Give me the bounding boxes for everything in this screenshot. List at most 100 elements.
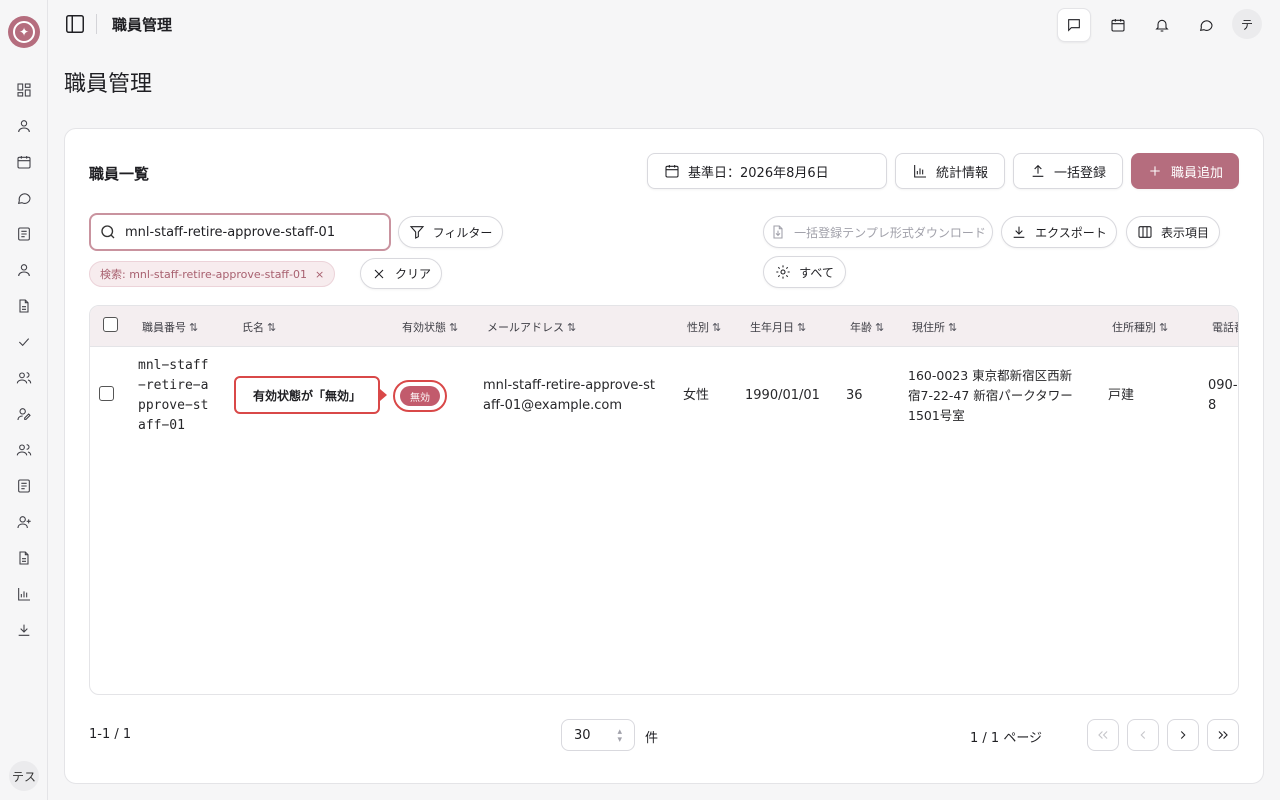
header-name[interactable]: 氏名 ⇅ [242,319,276,335]
chevron-left-icon [1140,731,1146,739]
header-address-type[interactable]: 住所種別 ⇅ [1112,319,1168,335]
export-label: エクスポート [1035,225,1107,240]
header-phone[interactable]: 電話番号 [1212,319,1238,335]
last-page-button[interactable] [1207,719,1239,751]
columns-label: 表示項目 [1160,225,1209,240]
file-download-icon [773,225,783,239]
bell-icon [1155,19,1169,32]
export-button[interactable]: エクスポート [1001,216,1117,248]
annotation-callout: 有効状態が「無効」 [234,376,380,414]
page-title: 職員管理 [64,72,153,97]
check-icon[interactable] [14,332,34,352]
document-icon[interactable] [14,548,34,568]
reference-date-button[interactable]: 基準日：2026年8月6日 [647,153,887,189]
list-icon[interactable] [14,224,34,244]
user-plus-icon[interactable] [14,512,34,532]
chat-icon[interactable] [14,188,34,208]
sort-icon: ⇅ [189,321,199,334]
users-icon[interactable] [14,368,34,388]
chart-icon[interactable] [14,584,34,604]
cell-address-type: 戸建 [1108,388,1135,403]
first-page-button[interactable] [1087,719,1119,751]
all-settings-label: すべて [799,265,834,280]
sort-icon: ⇅ [567,321,577,334]
search-input[interactable] [125,224,375,240]
chevron-updown-icon: ▴ ▾ [617,727,622,745]
add-staff-label: 職員追加 [1170,165,1223,181]
cell-phone: 090- 8 [1208,378,1238,413]
header-avatar[interactable]: テ [1232,9,1262,39]
sort-icon: ⇅ [449,321,459,334]
dashboard-icon[interactable] [14,80,34,100]
stats-label: 統計情報 [935,165,988,181]
per-page-value: 30 [574,727,591,743]
template-download-button[interactable]: 一括登録テンプレ形式ダウンロード [763,216,993,248]
notification-button[interactable] [1145,8,1179,42]
header-birth[interactable]: 生年月日 ⇅ [750,319,806,335]
user-edit-icon[interactable] [14,404,34,424]
compass-icon: ✦ [13,21,35,43]
row-checkbox[interactable] [99,386,114,401]
bulk-register-label: 一括登録 [1053,165,1106,181]
sort-icon: ⇅ [875,321,885,334]
list-icon[interactable] [14,476,34,496]
user-icon[interactable] [14,260,34,280]
callout-arrow [380,389,387,401]
bar-chart-icon [914,165,926,178]
cell-age: 36 [846,388,863,403]
close-icon [374,269,384,278]
per-page-select[interactable]: 30 ▴ ▾ [561,719,635,751]
chat-button[interactable] [1189,8,1223,42]
calendar-icon [1111,19,1125,32]
calendar-icon [665,165,679,178]
app-logo[interactable]: ✦ [8,16,40,48]
sidebar: ✦ テス [0,0,48,800]
status-badge: 無効 [400,386,440,406]
stats-button[interactable]: 統計情報 [895,153,1005,189]
sort-icon: ⇅ [948,321,958,334]
bulk-register-button[interactable]: 一括登録 [1013,153,1123,189]
download-icon [1013,226,1025,238]
prev-page-button[interactable] [1127,719,1159,751]
card-title: 職員一覧 [89,165,150,183]
cell-birth: 1990/01/01 [745,388,820,403]
select-all-checkbox[interactable] [103,317,118,332]
chevrons-left-icon [1098,731,1108,739]
chip-close-icon[interactable]: × [315,268,324,281]
calendar-button[interactable] [1101,8,1135,42]
filter-label: フィルター [432,225,493,240]
next-page-button[interactable] [1167,719,1199,751]
all-settings-button[interactable]: すべて [763,256,846,288]
header-staff-no[interactable]: 職員番号 ⇅ [142,319,198,335]
table-header: 職員番号 ⇅ 氏名 ⇅ 有効状態 ⇅ メールアドレス ⇅ 性別 ⇅ 生年月日 ⇅ 年齢 ⇅ 現… [90,306,1238,347]
chevron-right-icon [1180,731,1186,739]
upload-icon [1032,164,1044,177]
header-title: 職員管理 [112,16,173,34]
filter-icon [409,226,424,239]
page-info: 1 / 1 ページ [970,731,1043,746]
clear-button[interactable]: クリア [360,258,442,289]
search-box[interactable] [89,213,391,251]
cell-staff-no: mnl−staff −retire−a pprove−st aff−01 [138,358,209,433]
download-icon[interactable] [14,620,34,640]
header-email[interactable]: メールアドレス ⇅ [487,319,576,335]
top-bar: 職員管理 テ [48,0,1280,48]
add-staff-button[interactable]: 職員追加 [1131,153,1239,189]
per-page-unit: 件 [645,731,659,746]
header-status[interactable]: 有効状態 ⇅ [402,319,458,335]
message-button[interactable] [1057,8,1091,42]
users-icon[interactable] [14,440,34,460]
columns-button[interactable]: 表示項目 [1126,216,1220,248]
user-avatar[interactable]: テス [9,761,39,791]
staff-list-card: 職員一覧 基準日：2026年8月6日 統計情報 一括登録 職員追加 フィルター … [64,128,1264,784]
calendar-icon[interactable] [14,152,34,172]
filter-button[interactable]: フィルター [398,216,503,248]
cell-email: mnl-staff-retire-approve-st aff-01@examp… [483,378,655,413]
header-address[interactable]: 現住所 ⇅ [912,319,957,335]
header-age[interactable]: 年齢 ⇅ [850,319,884,335]
header-gender[interactable]: 性別 ⇅ [687,319,721,335]
document-icon[interactable] [14,296,34,316]
user-icon[interactable] [14,116,34,136]
plus-icon [1150,166,1160,176]
sidebar-toggle-icon[interactable] [64,13,86,35]
